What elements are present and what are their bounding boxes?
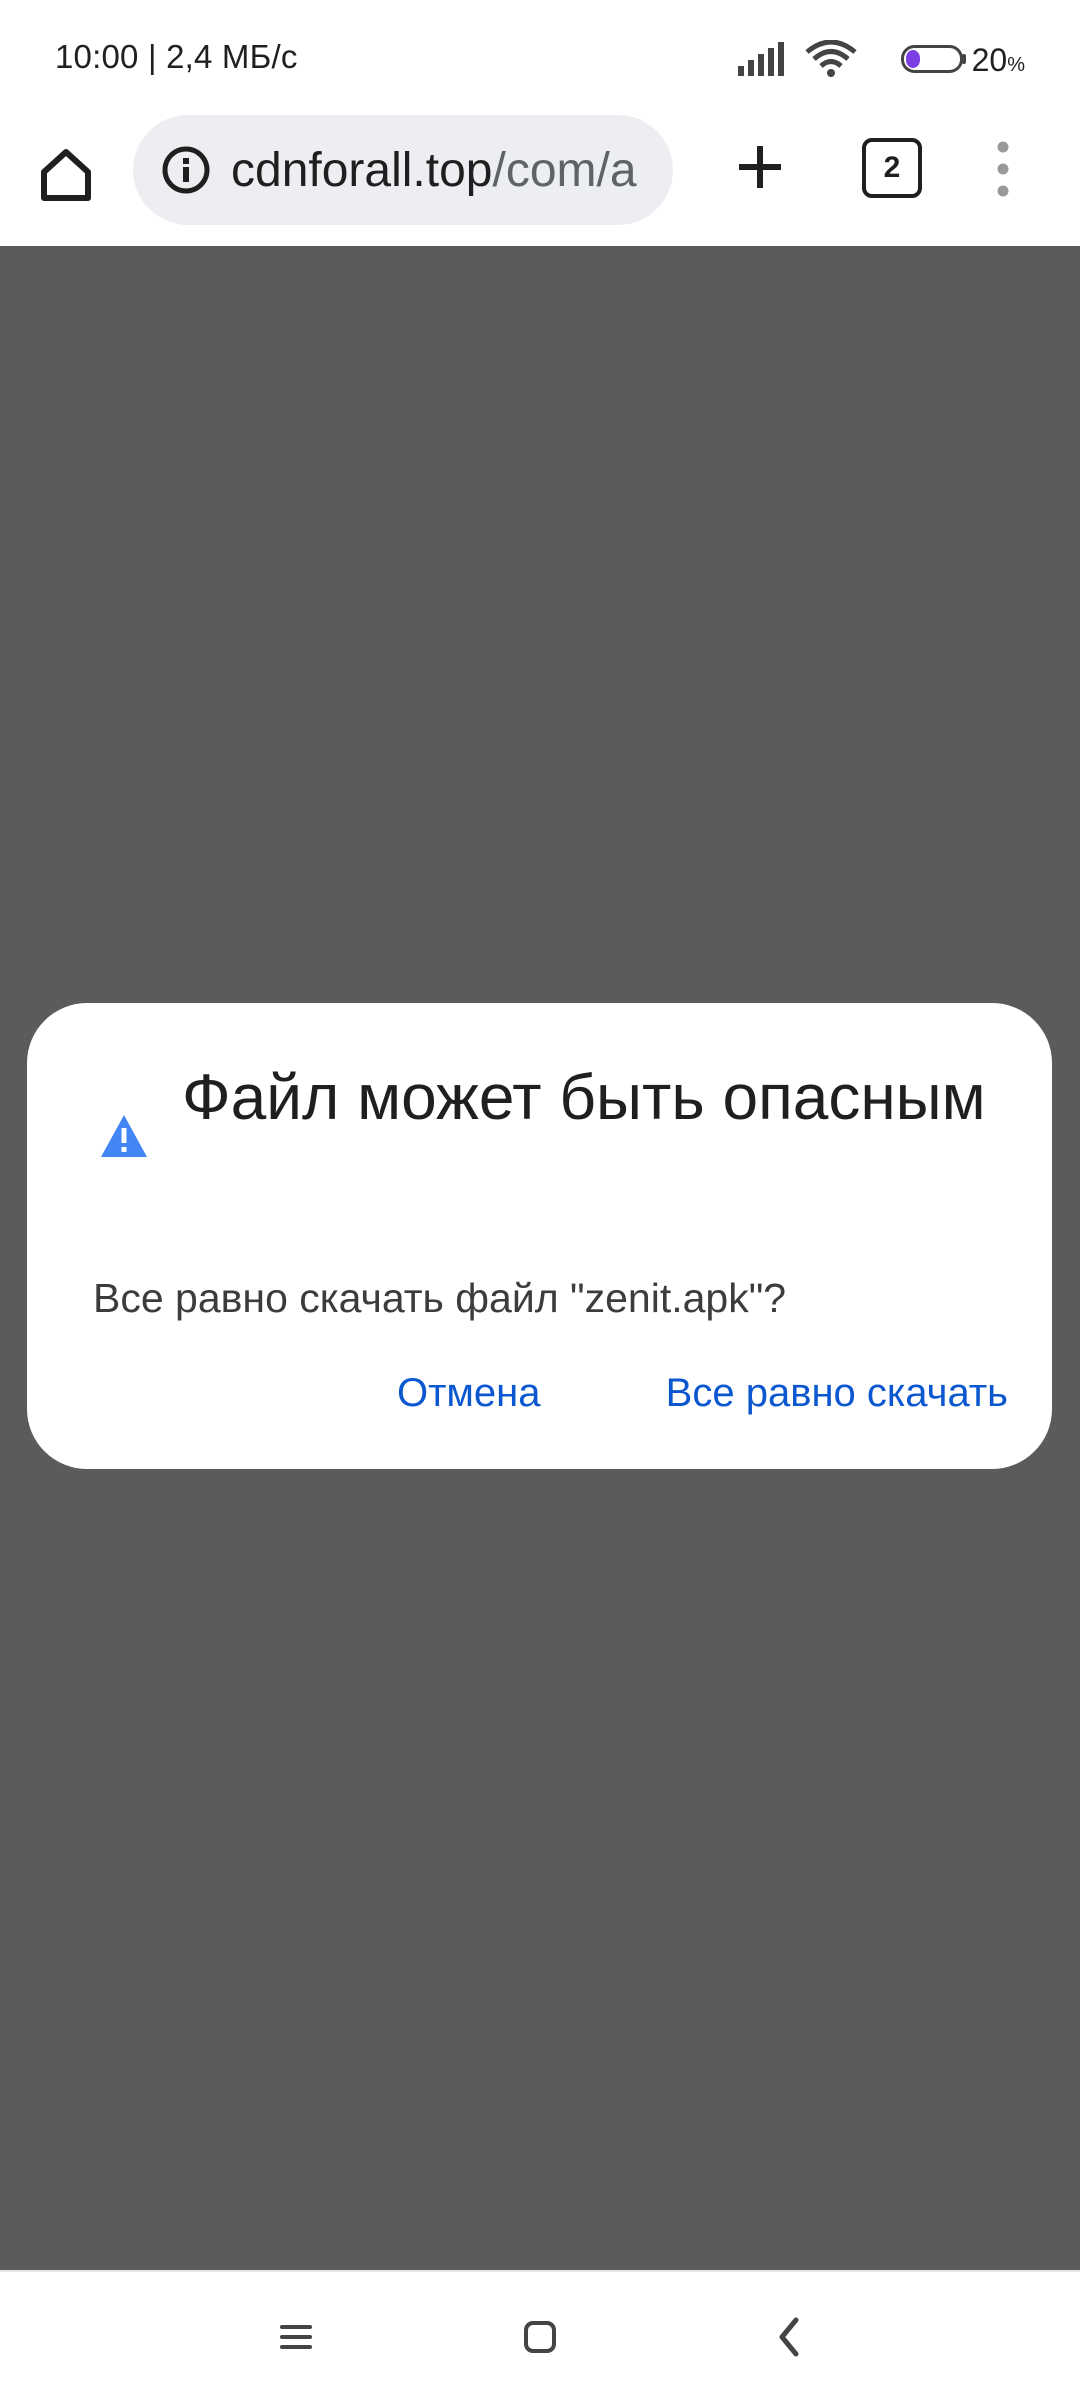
back-icon[interactable] xyxy=(776,2316,802,2358)
address-bar[interactable]: cdnforall.top/com/a xyxy=(133,115,673,225)
tab-switcher-icon: 2 xyxy=(862,138,922,198)
recents-icon[interactable] xyxy=(278,2322,314,2352)
tab-switcher-button[interactable]: 2 xyxy=(862,138,922,198)
status-bar: 10:00 | 2,4 МБ/с 20% xyxy=(0,0,1080,112)
warning-icon xyxy=(101,1115,147,1157)
home-square-icon[interactable] xyxy=(523,2320,557,2354)
battery-icon xyxy=(901,45,966,73)
menu-button[interactable] xyxy=(980,134,1026,204)
browser-toolbar: cdnforall.top/com/a 2 xyxy=(0,112,1080,246)
navigation-bar xyxy=(0,2270,1080,2402)
url-text[interactable]: cdnforall.top/com/a xyxy=(231,143,651,198)
dangerous-file-dialog: Файл может быть опасным Все равно скачат… xyxy=(27,1003,1052,1469)
home-button[interactable] xyxy=(30,138,102,210)
plus-icon xyxy=(739,146,781,188)
status-icons: 20% xyxy=(625,40,1025,80)
download-anyway-button[interactable]: Все равно скачать xyxy=(666,1371,1008,1416)
url-path: /com/a xyxy=(492,144,637,197)
info-icon[interactable] xyxy=(161,145,211,195)
dialog-message: Все равно скачать файл "zenit.apk"? xyxy=(93,1275,787,1321)
battery-percentage: 20% xyxy=(971,42,1025,78)
status-time: 10:00 | 2,4 МБ/с xyxy=(55,38,298,75)
dialog-title: Файл может быть опасным xyxy=(182,1061,986,1133)
wifi-icon xyxy=(805,40,857,77)
signal-icon xyxy=(738,42,784,76)
url-host: cdnforall.top xyxy=(231,144,493,197)
cancel-button[interactable]: Отмена xyxy=(397,1371,541,1416)
more-vert-icon xyxy=(997,141,1009,197)
new-tab-button[interactable] xyxy=(725,132,795,202)
home-icon xyxy=(41,149,91,201)
